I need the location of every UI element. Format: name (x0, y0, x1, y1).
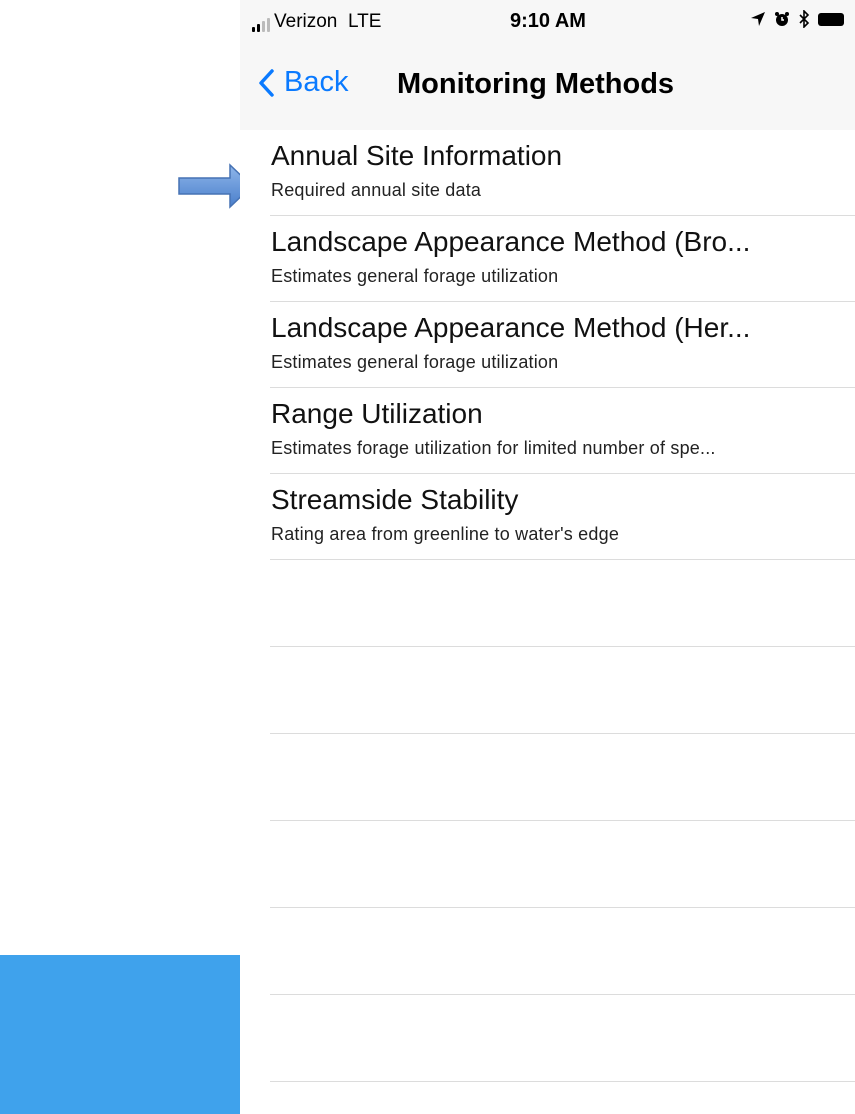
list-item-streamside-stability[interactable]: Streamside Stability Rating area from gr… (270, 474, 855, 560)
empty-row (270, 908, 855, 995)
signal-strength-icon (252, 18, 270, 32)
empty-row (270, 995, 855, 1082)
status-icons (750, 10, 844, 28)
list-item-subtitle: Rating area from greenline to water's ed… (271, 524, 620, 544)
empty-row (270, 734, 855, 821)
list-item-title: Range Utilization (271, 398, 483, 429)
methods-list: Annual Site Information Required annual … (270, 130, 855, 1082)
back-label: Back (284, 66, 349, 98)
list-item-landscape-appearance-her[interactable]: Landscape Appearance Method (Her... Esti… (270, 302, 855, 388)
list-item-title: Annual Site Information (271, 140, 563, 171)
list-item-subtitle: Required annual site data (271, 180, 482, 200)
network-type: LTE (347, 11, 382, 32)
phone-screen: Verizon LTE 9:10 AM Back Monitoring Meth… (240, 0, 855, 1114)
chevron-left-icon (259, 68, 274, 97)
page-title: Monitoring Methods (397, 68, 675, 100)
list-item-title: Landscape Appearance Method (Bro... (271, 226, 751, 257)
list-item-subtitle: Estimates forage utilization for limited… (271, 438, 716, 458)
carrier-label: Verizon LTE (274, 11, 381, 33)
list-item-range-utilization[interactable]: Range Utilization Estimates forage utili… (270, 388, 855, 474)
empty-row (270, 647, 855, 734)
list-item-title: Streamside Stability (271, 484, 519, 515)
location-arrow-icon (751, 12, 765, 26)
empty-row (270, 560, 855, 647)
bluetooth-icon (799, 10, 810, 28)
back-button[interactable]: Back (258, 66, 348, 99)
status-time: 9:10 AM (510, 10, 586, 32)
status-bar: Verizon LTE 9:10 AM (240, 0, 855, 42)
blue-block (0, 955, 240, 1114)
alarm-icon (775, 12, 789, 26)
list-item-subtitle: Estimates general forage utilization (271, 352, 559, 372)
list-item-subtitle: Estimates general forage utilization (271, 266, 559, 286)
list-item-annual-site-information[interactable]: Annual Site Information Required annual … (270, 130, 855, 216)
list-item-landscape-appearance-bro[interactable]: Landscape Appearance Method (Bro... Esti… (270, 216, 855, 302)
navigation-bar: Back Monitoring Methods (240, 42, 855, 130)
battery-icon (818, 12, 844, 26)
empty-row (270, 821, 855, 908)
carrier-name: Verizon (274, 11, 338, 32)
screenshot-canvas: Verizon LTE 9:10 AM Back Monitoring Meth… (0, 0, 855, 1114)
list-item-title: Landscape Appearance Method (Her... (271, 312, 751, 343)
